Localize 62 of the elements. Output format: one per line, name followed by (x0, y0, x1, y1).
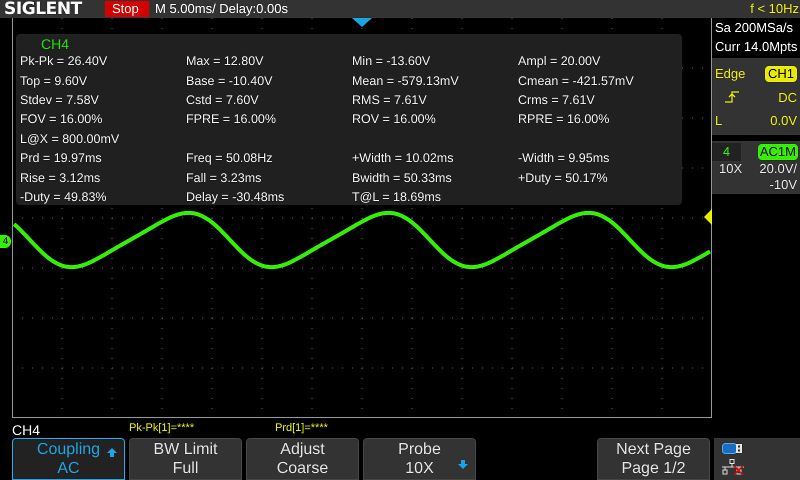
menu-button[interactable]: Adjust Coarse (246, 438, 359, 480)
channel-panel[interactable]: 4 AC1M 10X 20.0V/ -10V (712, 141, 800, 194)
measurement-value: Max = 12.80V (186, 54, 264, 70)
brand-logo: SIGLENT (4, 0, 84, 18)
up-arrow-icon (107, 448, 117, 457)
network-disconnected-icon (722, 459, 744, 475)
probe-ratio: 10X (719, 161, 742, 178)
measurement-readout: Prd[1]=**** (275, 421, 329, 435)
memory-depth: Curr 14.0Mpts (715, 38, 798, 56)
menu-button[interactable]: Probe 10X (363, 438, 476, 480)
channel-coupling-badge: AC1M (758, 144, 798, 160)
measurement-value: Mean = -579.13mV (352, 74, 459, 89)
measurement-readout: Pk-Pk[1]=**** (129, 421, 196, 435)
measurement-value: Ampl = 20.00V (518, 54, 600, 70)
trigger-frequency: f < 10Hz (750, 0, 799, 18)
measurement-value: Top = 9.60V (20, 74, 88, 89)
trigger-panel[interactable]: Edge CH1 DC L 0.0V (712, 58, 800, 135)
measurement-value: Base = -10.40V (186, 74, 273, 89)
measurement-value: Min = -13.60V (352, 54, 430, 70)
measurement-value: L@X = 800.00mV (20, 132, 120, 147)
measurement-value: +Width = 10.02ms (352, 151, 454, 166)
measurement-value: -Width = 9.95ms (518, 151, 610, 166)
measurement-value: Prd = 19.97ms (20, 151, 102, 166)
trigger-source-badge: CH1 (764, 66, 797, 82)
sample-rate: Sa 200MSa/s (715, 19, 794, 37)
measurement-value: T@L = 18.69ms (352, 190, 442, 205)
measurement-value: RPRE = 16.00% (518, 112, 610, 128)
measurement-value: +Duty = 50.17% (518, 170, 608, 186)
trigger-type: Edge (715, 65, 746, 83)
measurement-value: Cmean = -421.57mV (518, 74, 634, 89)
menu-title: CH4 (12, 422, 42, 438)
timebase-label: M 5.00ms/ Delay:0.00s (155, 0, 288, 18)
down-arrow-icon (458, 460, 468, 469)
measurement-value: Cstd = 7.60V (186, 92, 259, 108)
measurement-value: Stdev = 7.58V (20, 92, 99, 108)
measurement-value: FOV = 16.00% (20, 112, 102, 128)
vertical-offset: -10V (770, 177, 797, 193)
channel-number[interactable]: 4 (712, 143, 741, 161)
measurement-value: RMS = 7.61V (352, 92, 427, 108)
measurement-channel: CH4 (41, 36, 70, 52)
measurement-value: Bwidth = 50.33ms (352, 170, 452, 186)
measurement-value: Pk-Pk = 26.40V (20, 54, 108, 70)
vertical-scale: 20.0V/ (759, 161, 797, 177)
measurement-value: Crms = 7.61V (518, 92, 595, 108)
trigger-level-marker[interactable] (704, 209, 712, 225)
usb-icon (722, 443, 742, 454)
ground-marker[interactable]: 4 (0, 235, 11, 248)
rising-edge-icon (725, 91, 739, 104)
menu-button[interactable]: BW Limit Full (129, 438, 242, 480)
trigger-level-label: L (715, 112, 722, 130)
measurement-value: Fall = 3.23ms (186, 170, 262, 186)
next-page-button[interactable]: Next Page Page 1/2 (597, 438, 710, 480)
measurement-value: -Duty = 49.83% (20, 190, 107, 205)
run-state-badge[interactable]: Stop (105, 1, 149, 17)
measurement-value: Rise = 3.12ms (20, 170, 100, 186)
trigger-level: 0.0V (770, 112, 797, 130)
measurement-value: FPRE = 16.00% (186, 112, 276, 128)
measurement-value: Freq = 50.08Hz (186, 151, 273, 166)
measurement-value: ROV = 16.00% (352, 112, 436, 128)
trigger-coupling: DC (778, 88, 797, 106)
menu-button[interactable]: Coupling AC (12, 438, 125, 480)
measurement-value: Delay = -30.48ms (186, 190, 284, 205)
